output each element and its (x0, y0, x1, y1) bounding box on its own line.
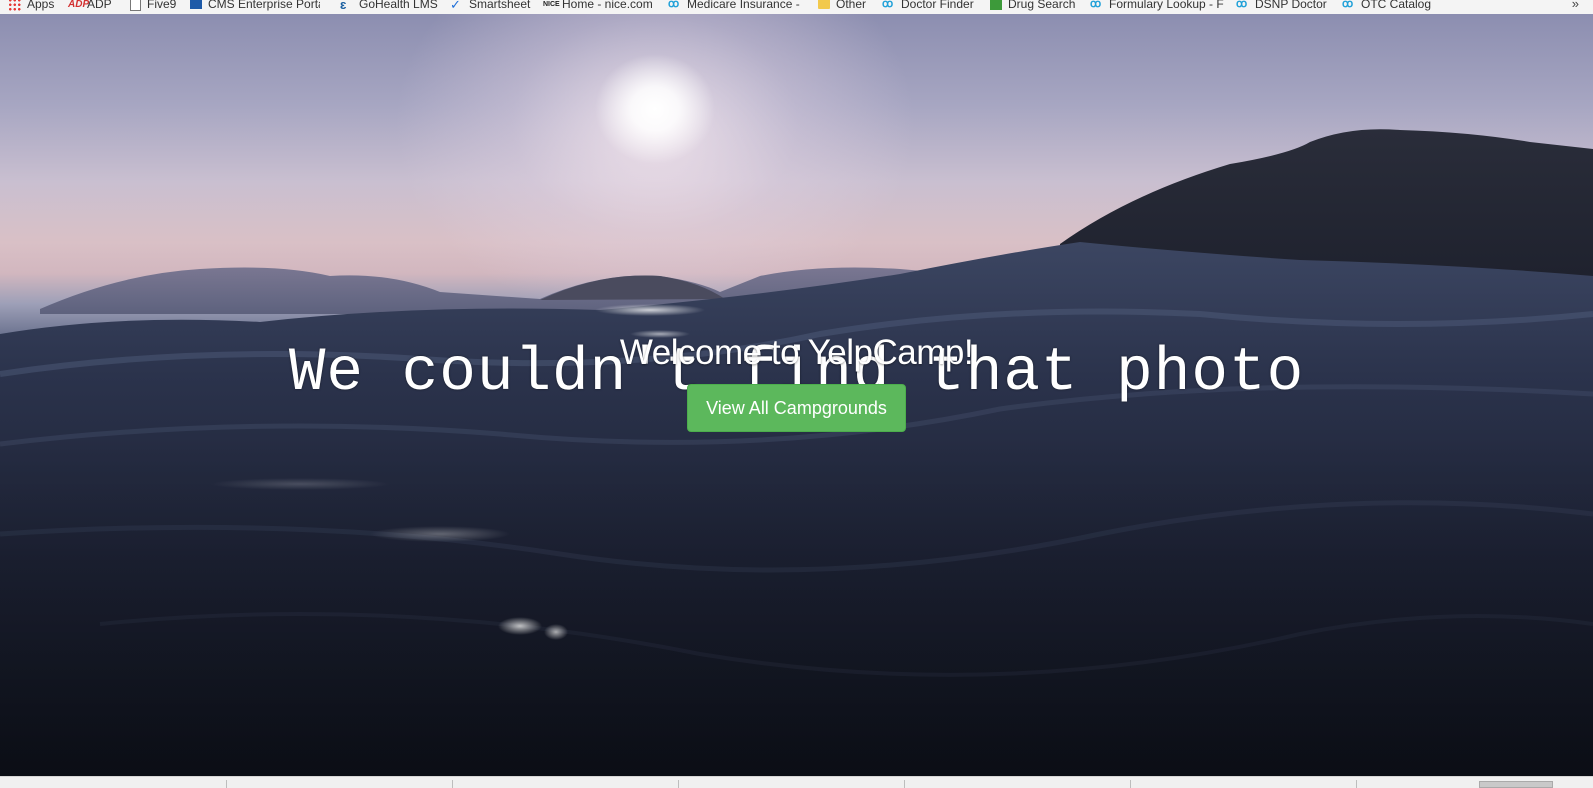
cms-logo-icon (190, 0, 202, 9)
adp-logo-icon: ADP (68, 0, 90, 10)
bookmark-label: Apps (27, 0, 55, 11)
apps-grid-icon (8, 0, 21, 11)
bookmark-formulary-lookup[interactable]: ꝏ Formulary Lookup - F (1090, 0, 1224, 12)
bookmark-medicare-insurance[interactable]: ꝏ Medicare Insurance - (668, 0, 800, 12)
landing-header: Welcome to YelpCamp! View All Campground… (0, 332, 1593, 432)
nice-logo-icon: NICE (543, 0, 560, 8)
gohealth-logo-icon: ɛ (340, 0, 347, 12)
bookmark-label: CMS Enterprise Portal (208, 0, 320, 11)
bookmark-label: Drug Search (1008, 0, 1076, 11)
bookmark-otc-catalog[interactable]: ꝏ OTC Catalog (1342, 0, 1431, 12)
drug-search-icon (990, 0, 1002, 10)
bottom-status-bar (0, 776, 1593, 788)
humana-logo-icon: ꝏ (1236, 0, 1247, 10)
folder-icon (818, 0, 830, 9)
bookmark-nice-home[interactable]: NICE Home - nice.com (543, 0, 653, 12)
bookmarks-overflow-chevron-icon[interactable]: » (1572, 0, 1579, 12)
bookmark-label: OTC Catalog (1361, 0, 1432, 11)
bookmark-adp[interactable]: ADP ADP (68, 0, 112, 12)
bookmark-label: Medicare Insurance - (687, 0, 800, 11)
bookmark-five9[interactable]: Five9 (130, 0, 176, 12)
bookmark-label: ADP (87, 0, 112, 11)
landing-hero: We couldn't find that photo Welcome to Y… (0, 14, 1593, 776)
view-all-campgrounds-button[interactable]: View All Campgrounds (687, 384, 906, 432)
bookmark-label: Smartsheet (469, 0, 531, 11)
bookmark-label: GoHealth LMS (359, 0, 438, 11)
bookmark-smartsheet[interactable]: ✓ Smartsheet (450, 0, 530, 12)
bookmark-dsnp-doctor[interactable]: ꝏ DSNP Doctor (1236, 0, 1327, 12)
page-icon (130, 0, 141, 11)
bookmark-cms-enterprise-portal[interactable]: CMS Enterprise Portal (190, 0, 320, 12)
humana-logo-icon: ꝏ (1090, 0, 1101, 10)
bookmark-label: DSNP Doctor (1255, 0, 1327, 11)
bookmark-label: Five9 (147, 0, 177, 11)
humana-logo-icon: ꝏ (668, 0, 679, 10)
bookmark-label: Doctor Finder (901, 0, 974, 11)
bookmark-label: Other (836, 0, 867, 11)
bookmark-drug-search[interactable]: Drug Search (990, 0, 1075, 12)
bookmark-doctor-finder[interactable]: ꝏ Doctor Finder (882, 0, 974, 12)
humana-logo-icon: ꝏ (1342, 0, 1353, 10)
welcome-title: Welcome to YelpCamp! (619, 333, 974, 372)
humana-logo-icon: ꝏ (882, 0, 893, 10)
bookmark-apps[interactable]: Apps (8, 0, 54, 12)
bookmark-folder-other[interactable]: Other (818, 0, 866, 12)
bookmark-label: Home - nice.com (562, 0, 653, 11)
bookmark-gohealth-lms[interactable]: ɛ GoHealth LMS (340, 0, 438, 12)
bookmark-label: Formulary Lookup - F (1109, 0, 1224, 11)
smartsheet-check-icon: ✓ (450, 0, 461, 12)
bookmarks-bar: Apps ADP ADP Five9 CMS Enterprise Portal… (0, 0, 1593, 14)
